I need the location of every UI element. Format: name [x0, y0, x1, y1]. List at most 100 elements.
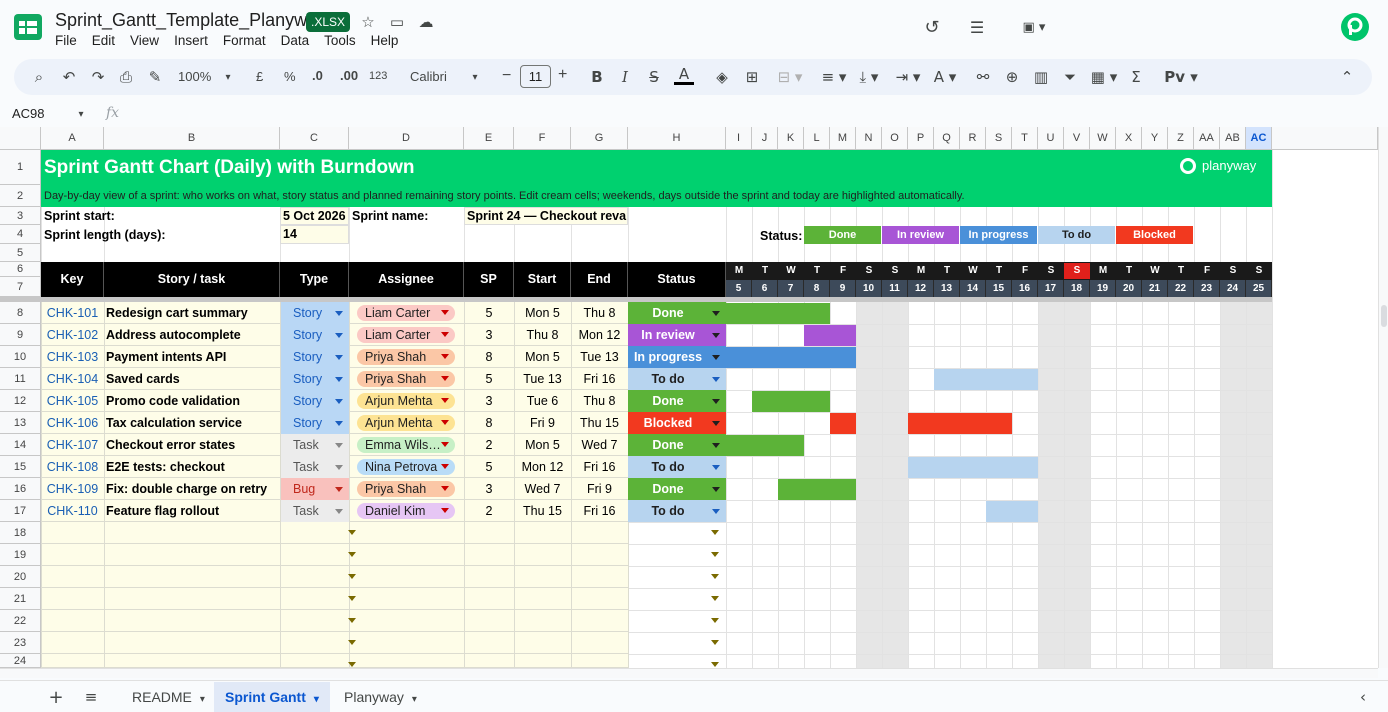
type-dropdown-icon[interactable]: [335, 443, 343, 448]
column-header[interactable]: AA: [1194, 127, 1220, 150]
paint-format-icon[interactable]: ✎: [146, 67, 164, 87]
status-dropdown[interactable]: Done: [628, 390, 726, 412]
task-key[interactable]: CHK-106: [41, 412, 104, 434]
search-menu-icon[interactable]: ⌕: [30, 67, 48, 87]
column-header[interactable]: S: [986, 127, 1012, 150]
status-dropdown-icon[interactable]: [712, 443, 720, 448]
table-row[interactable]: CHK-109 Fix: double charge on retry Bug Pri…: [41, 478, 1272, 500]
text-color-icon[interactable]: A: [674, 65, 694, 85]
zoom-dropdown-icon[interactable]: ▾: [221, 67, 235, 87]
menu-edit[interactable]: Edit: [92, 33, 115, 51]
increase-font-size-button[interactable]: +: [558, 66, 567, 84]
column-header[interactable]: R: [960, 127, 986, 150]
story-points[interactable]: 2: [464, 434, 514, 456]
row-header[interactable]: 17: [0, 500, 41, 522]
insert-comment-icon[interactable]: ⊕: [1003, 67, 1021, 87]
type-dropdown-icon[interactable]: [335, 465, 343, 470]
font-size-input[interactable]: 11: [520, 65, 551, 88]
status-dropdown-icon[interactable]: [711, 530, 719, 535]
row-header[interactable]: 23: [0, 632, 41, 654]
table-row[interactable]: [41, 632, 1272, 654]
assignee-dropdown-icon[interactable]: [441, 310, 449, 315]
column-header[interactable]: T: [1012, 127, 1038, 150]
task-key[interactable]: CHK-101: [41, 302, 104, 324]
column-header[interactable]: I: [726, 127, 752, 150]
sprint-length-input[interactable]: 14: [280, 225, 349, 244]
assignee-dropdown-icon[interactable]: [441, 398, 449, 403]
start-date[interactable]: Mon 5: [514, 346, 571, 368]
assignee-dropdown-icon[interactable]: [441, 442, 449, 447]
status-dropdown[interactable]: Done: [628, 478, 726, 500]
status-dropdown[interactable]: In progress: [628, 346, 726, 368]
decrease-font-size-button[interactable]: −: [502, 67, 511, 85]
insert-link-icon[interactable]: ⚯: [974, 67, 992, 87]
font-dropdown-icon[interactable]: ▾: [468, 67, 482, 87]
name-box[interactable]: AC98: [12, 106, 45, 121]
status-dropdown[interactable]: To do: [628, 456, 726, 478]
type-dropdown-icon[interactable]: [335, 311, 343, 316]
vertical-scroll-thumb[interactable]: [1381, 305, 1387, 327]
move-folder-icon[interactable]: ▭: [387, 12, 407, 32]
menu-view[interactable]: View: [130, 33, 159, 51]
assignee-chip[interactable]: Arjun Mehta: [357, 415, 455, 431]
type-dropdown-icon[interactable]: [348, 596, 356, 601]
undo-icon[interactable]: ↶: [60, 67, 78, 87]
tab-dropdown-icon[interactable]: ▾: [200, 694, 205, 705]
row-header[interactable]: 5: [0, 244, 41, 262]
status-dropdown[interactable]: To do: [628, 368, 726, 390]
horizontal-scrollbar[interactable]: [0, 668, 1378, 678]
status-dropdown-icon[interactable]: [711, 552, 719, 557]
column-header[interactable]: N: [856, 127, 882, 150]
type-dropdown-icon[interactable]: [335, 421, 343, 426]
star-icon[interactable]: ☆: [358, 12, 378, 32]
row-header[interactable]: 10: [0, 346, 41, 368]
task-title[interactable]: Feature flag rollout: [106, 500, 280, 522]
menu-format[interactable]: Format: [223, 33, 266, 51]
column-header[interactable]: AC: [1246, 127, 1272, 150]
column-header[interactable]: U: [1038, 127, 1064, 150]
vertical-align-icon[interactable]: ⤓ ▾: [854, 67, 884, 87]
borders-icon[interactable]: ⊞: [743, 67, 761, 87]
column-header[interactable]: A: [41, 127, 104, 150]
type-dropdown-icon[interactable]: [348, 552, 356, 557]
column-header[interactable]: Q: [934, 127, 960, 150]
start-date[interactable]: Mon 5: [514, 434, 571, 456]
column-header[interactable]: H: [628, 127, 726, 150]
row-header[interactable]: 2: [0, 185, 41, 207]
assignee-chip[interactable]: Nina Petrova: [357, 459, 455, 475]
column-header[interactable]: L: [804, 127, 830, 150]
type-dropdown-icon[interactable]: [335, 355, 343, 360]
table-row[interactable]: CHK-104 Saved cards Story Priya Shah 5 Tue 13…: [41, 368, 1272, 390]
end-date[interactable]: Fri 16: [571, 500, 628, 522]
table-row[interactable]: [41, 588, 1272, 610]
filter-views-icon[interactable]: ▦ ▾: [1089, 67, 1119, 87]
type-dropdown[interactable]: Story: [281, 324, 349, 346]
filter-icon[interactable]: ⏷: [1061, 67, 1079, 87]
row-header[interactable]: 24: [0, 654, 41, 668]
assignee-dropdown-icon[interactable]: [441, 508, 449, 513]
type-dropdown[interactable]: Story: [281, 302, 349, 324]
type-dropdown-icon[interactable]: [335, 377, 343, 382]
task-key[interactable]: CHK-107: [41, 434, 104, 456]
end-date[interactable]: Wed 7: [571, 434, 628, 456]
column-header[interactable]: W: [1090, 127, 1116, 150]
column-header[interactable]: C: [280, 127, 349, 150]
end-date[interactable]: Mon 12: [571, 324, 628, 346]
story-points[interactable]: 2: [464, 500, 514, 522]
sprint-name-input[interactable]: Sprint 24 — Checkout revam: [464, 207, 628, 225]
assignee-chip[interactable]: Arjun Mehta: [357, 393, 455, 409]
comments-icon[interactable]: ☰: [966, 16, 988, 38]
task-key[interactable]: CHK-105: [41, 390, 104, 412]
row-header[interactable]: 21: [0, 588, 41, 610]
column-header[interactable]: K: [778, 127, 804, 150]
column-header[interactable]: Z: [1168, 127, 1194, 150]
tab-dropdown-icon[interactable]: ▾: [314, 694, 319, 705]
type-dropdown[interactable]: Task: [281, 456, 349, 478]
assignee-dropdown-icon[interactable]: [441, 354, 449, 359]
table-row[interactable]: CHK-107 Checkout error states Task Emma Wil…: [41, 434, 1272, 456]
add-sheet-icon[interactable]: +: [47, 687, 65, 708]
row-header[interactable]: 16: [0, 478, 41, 500]
table-row[interactable]: [41, 654, 1272, 668]
row-header[interactable]: 3: [0, 207, 41, 225]
end-date[interactable]: Fri 9: [571, 478, 628, 500]
